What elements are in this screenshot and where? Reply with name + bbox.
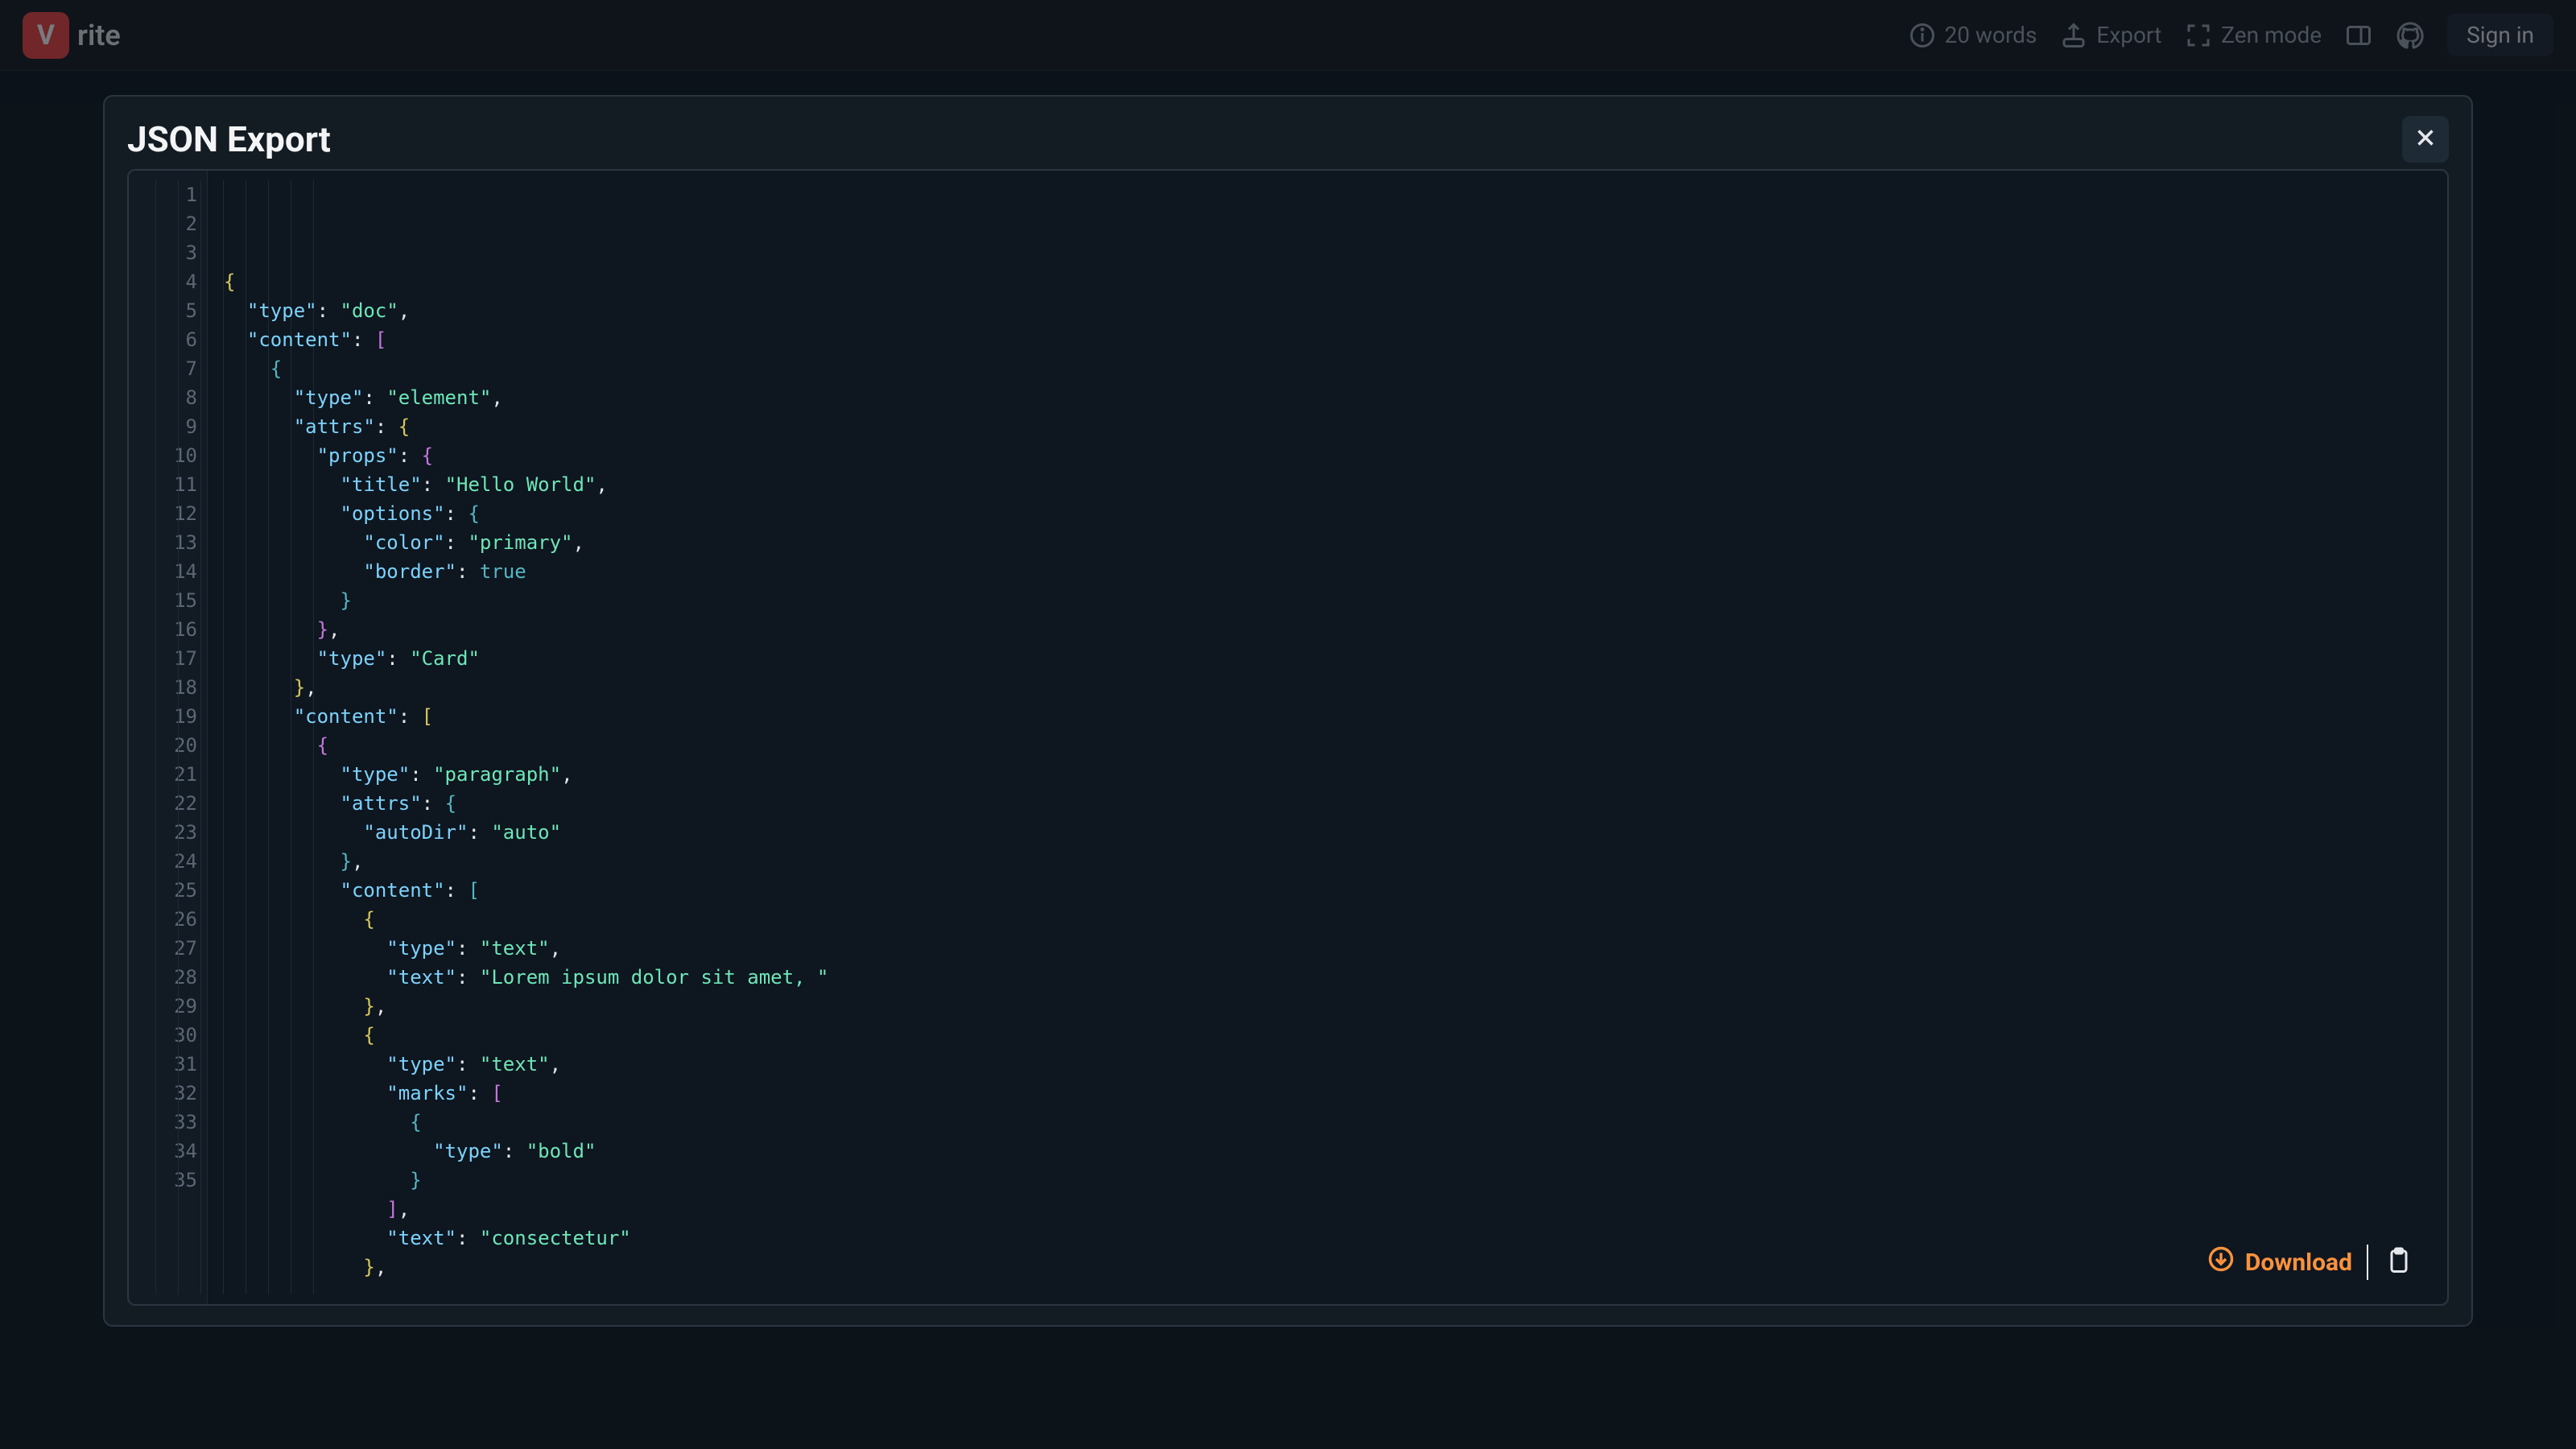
export-actions: Download xyxy=(2207,1245,2415,1280)
code-line: { xyxy=(224,1021,2431,1050)
modal-header: JSON Export xyxy=(127,116,2449,163)
code-body[interactable]: { "type": "doc", "content": [ { "type": … xyxy=(208,171,2447,1304)
code-line: "type": "element", xyxy=(224,383,2431,412)
modal-title: JSON Export xyxy=(127,118,331,160)
line-number: 7 xyxy=(129,354,197,383)
line-number: 22 xyxy=(129,789,197,818)
close-icon xyxy=(2412,124,2439,155)
code-line: "props": { xyxy=(224,441,2431,470)
code-line: { xyxy=(224,905,2431,934)
line-number: 3 xyxy=(129,238,197,267)
code-line: "type": "Card" xyxy=(224,644,2431,673)
line-number: 15 xyxy=(129,586,197,615)
line-number: 33 xyxy=(129,1108,197,1137)
code-line: } xyxy=(224,1166,2431,1195)
line-number: 11 xyxy=(129,470,197,499)
download-label: Download xyxy=(2245,1249,2352,1277)
line-number: 23 xyxy=(129,818,197,847)
line-number: 31 xyxy=(129,1050,197,1079)
line-number: 25 xyxy=(129,876,197,905)
code-line: "text": "consectetur" xyxy=(224,1224,2431,1253)
code-line: { xyxy=(224,1108,2431,1137)
line-number: 30 xyxy=(129,1021,197,1050)
code-line: "type": "text", xyxy=(224,934,2431,963)
code-line: "type": "text", xyxy=(224,1050,2431,1079)
code-line: "options": { xyxy=(224,499,2431,528)
line-number: 35 xyxy=(129,1166,197,1195)
code-line: "content": [ xyxy=(224,876,2431,905)
code-line: ], xyxy=(224,1195,2431,1224)
close-button[interactable] xyxy=(2402,116,2449,163)
code-line: "type": "paragraph", xyxy=(224,760,2431,789)
line-number: 5 xyxy=(129,296,197,325)
line-number: 24 xyxy=(129,847,197,876)
line-number: 18 xyxy=(129,673,197,702)
line-number: 8 xyxy=(129,383,197,412)
code-line: "text": "Lorem ipsum dolor sit amet, " xyxy=(224,963,2431,992)
line-number: 34 xyxy=(129,1137,197,1166)
line-number: 9 xyxy=(129,412,197,441)
line-number: 16 xyxy=(129,615,197,644)
copy-button[interactable] xyxy=(2383,1246,2415,1278)
code-line: "attrs": { xyxy=(224,789,2431,818)
line-number: 17 xyxy=(129,644,197,673)
line-number: 2 xyxy=(129,209,197,238)
code-line: "color": "primary", xyxy=(224,528,2431,557)
line-number: 28 xyxy=(129,963,197,992)
code-line: }, xyxy=(224,992,2431,1021)
line-number: 27 xyxy=(129,934,197,963)
line-number: 12 xyxy=(129,499,197,528)
code-line: "type": "doc", xyxy=(224,296,2431,325)
code-line: "attrs": { xyxy=(224,412,2431,441)
code-line: }, xyxy=(224,615,2431,644)
code-line: { xyxy=(224,267,2431,296)
line-number: 20 xyxy=(129,731,197,760)
code-line: "type": "bold" xyxy=(224,1137,2431,1166)
code-line: "title": "Hello World", xyxy=(224,470,2431,499)
code-line: }, xyxy=(224,847,2431,876)
code-line: { xyxy=(224,731,2431,760)
line-number: 32 xyxy=(129,1079,197,1108)
json-export-modal: JSON Export 1234567891011121314151617181… xyxy=(103,95,2473,1327)
code-line: }, xyxy=(224,673,2431,702)
line-number: 6 xyxy=(129,325,197,354)
line-number: 26 xyxy=(129,905,197,934)
code-line: { xyxy=(224,354,2431,383)
code-line: } xyxy=(224,586,2431,615)
line-number: 19 xyxy=(129,702,197,731)
code-line: "content": [ xyxy=(224,702,2431,731)
line-number: 1 xyxy=(129,180,197,209)
line-number: 4 xyxy=(129,267,197,296)
download-button[interactable]: Download xyxy=(2207,1245,2352,1280)
clipboard-icon xyxy=(2384,1246,2413,1278)
code-line: "autoDir": "auto" xyxy=(224,818,2431,847)
code-line: }, xyxy=(224,1253,2431,1282)
code-line: "marks": [ xyxy=(224,1079,2431,1108)
line-number: 29 xyxy=(129,992,197,1021)
code-line: "content": [ xyxy=(224,325,2431,354)
divider xyxy=(2367,1245,2368,1280)
code-panel: 1234567891011121314151617181920212223242… xyxy=(127,169,2449,1306)
code-line: "border": true xyxy=(224,557,2431,586)
line-number: 21 xyxy=(129,760,197,789)
line-number: 13 xyxy=(129,528,197,557)
line-number: 10 xyxy=(129,441,197,470)
download-icon xyxy=(2207,1245,2235,1280)
line-number: 14 xyxy=(129,557,197,586)
code-gutter: 1234567891011121314151617181920212223242… xyxy=(129,171,208,1304)
